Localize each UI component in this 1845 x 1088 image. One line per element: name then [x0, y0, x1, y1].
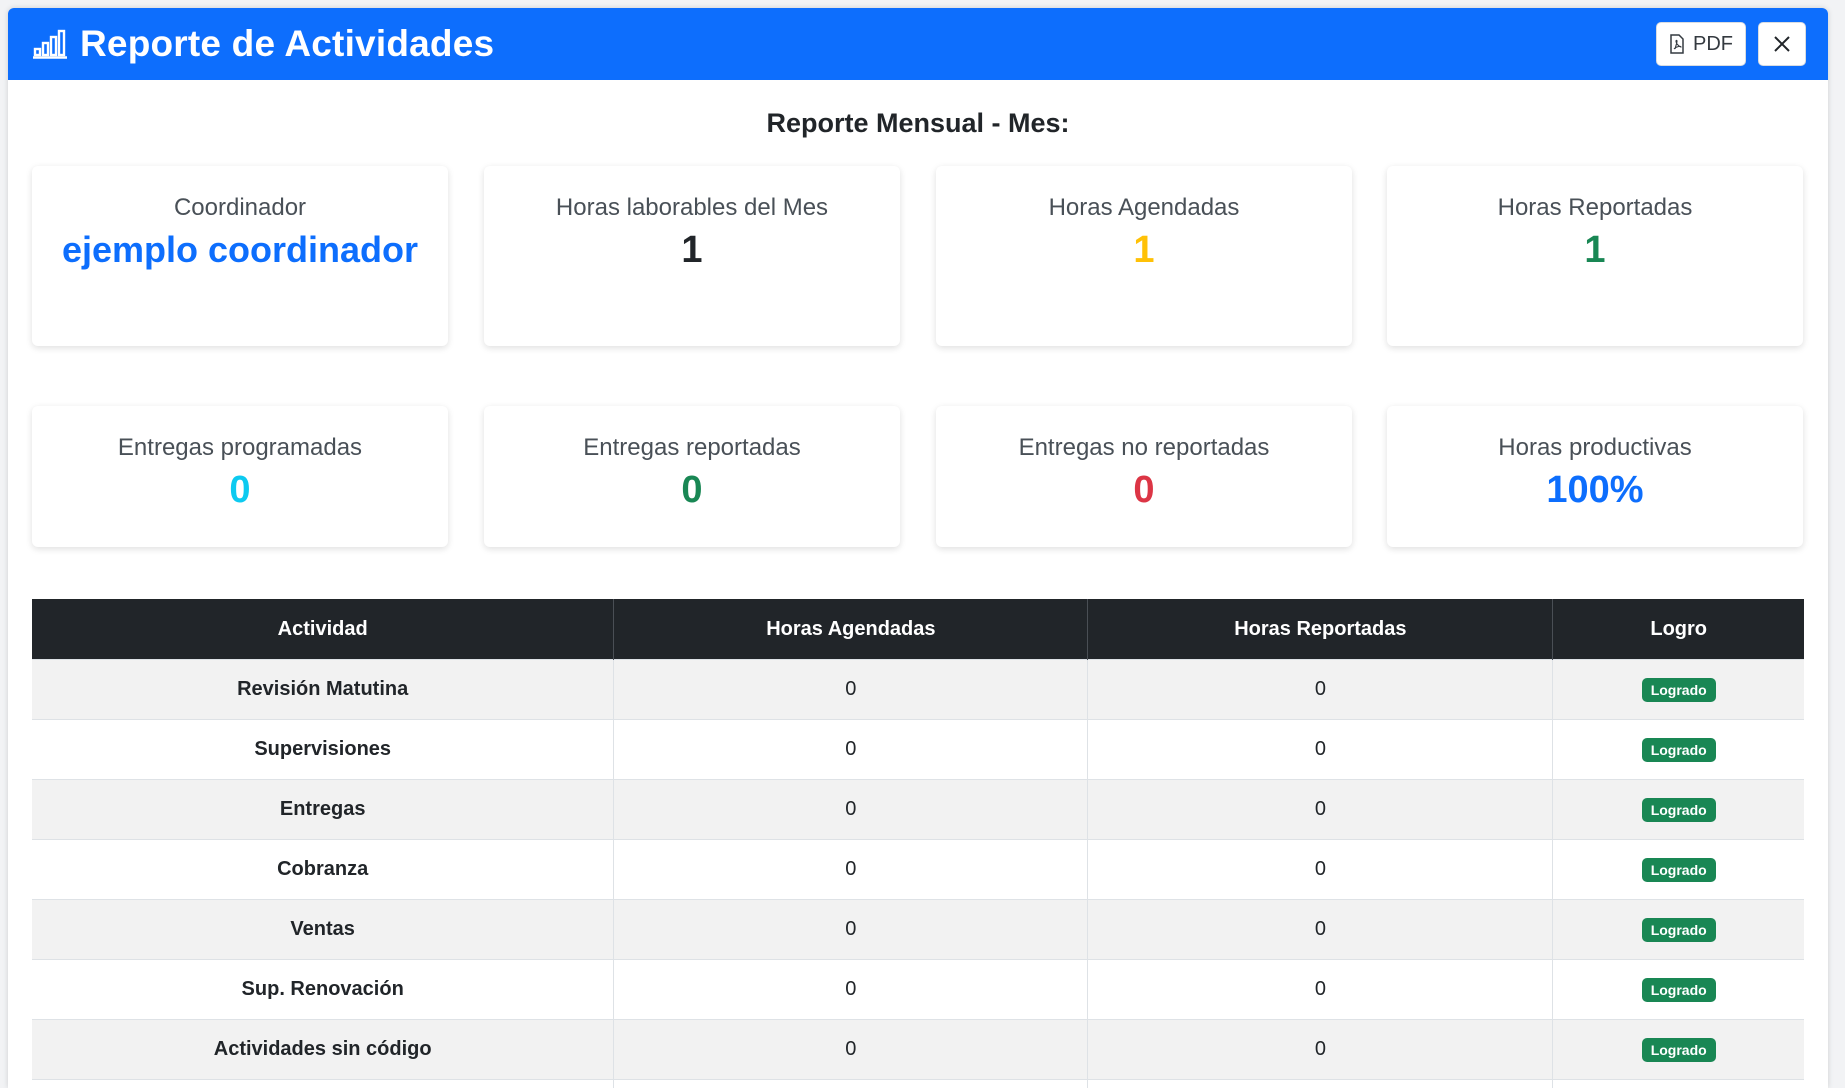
column-header-actividad: Actividad — [32, 599, 614, 660]
column-header-horas-reportadas: Horas Reportadas — [1088, 599, 1553, 660]
cell-horas-agendadas: 0 — [614, 840, 1088, 900]
table-row: Supervisiones 0 0 Logrado — [32, 720, 1804, 780]
cell-horas-agendadas: 0 — [614, 960, 1088, 1020]
table-row: Entregas 0 0 Logrado — [32, 780, 1804, 840]
card-coordinador: Coordinador ejemplo coordinador — [32, 166, 448, 346]
card-value: 0 — [484, 470, 900, 510]
pdf-button[interactable]: PDF — [1656, 22, 1746, 66]
card-label: Entregas reportadas — [484, 434, 900, 462]
table-header-row: Actividad Horas Agendadas Horas Reportad… — [32, 599, 1804, 660]
status-badge: Logrado — [1642, 858, 1716, 882]
card-label: Horas laborables del Mes — [484, 194, 900, 222]
card-horas-laborables: Horas laborables del Mes 1 — [484, 166, 900, 346]
cell-horas-reportadas: 0 — [1088, 960, 1553, 1020]
card-label: Horas Agendadas — [936, 194, 1352, 222]
cell-logro: Logrado — [1553, 900, 1804, 960]
card-horas-reportadas: Horas Reportadas 1 — [1387, 166, 1803, 346]
status-badge: Logrado — [1642, 918, 1716, 942]
cell-horas-reportadas: 0 — [1088, 840, 1553, 900]
card-label: Horas Reportadas — [1387, 194, 1803, 222]
card-horas-agendadas: Horas Agendadas 1 — [936, 166, 1352, 346]
column-header-logro: Logro — [1553, 599, 1804, 660]
status-badge: Logrado — [1642, 738, 1716, 762]
cell-horas-agendadas: 0 — [614, 660, 1088, 720]
card-value: 100% — [1387, 470, 1803, 510]
cell-horas-agendadas: 0 — [614, 780, 1088, 840]
cell-horas-reportadas: 0 — [1088, 720, 1553, 780]
card-value: 0 — [936, 470, 1352, 510]
cell-logro: Logrado — [1553, 720, 1804, 780]
cell-horas-agendadas: 0 — [614, 900, 1088, 960]
cell-actividad: Sup. Renovación — [32, 960, 614, 1020]
close-icon — [1773, 35, 1791, 53]
status-badge: Logrado — [1642, 798, 1716, 822]
cell-logro: Logrado — [1553, 660, 1804, 720]
table-row: Ventas 0 0 Logrado — [32, 900, 1804, 960]
cell-horas-agendadas: 0 — [614, 1020, 1088, 1080]
card-value: 0 — [32, 470, 448, 510]
column-header-horas-agendadas: Horas Agendadas — [614, 599, 1088, 660]
cell-actividad: Ventas — [32, 900, 614, 960]
status-badge: Logrado — [1642, 678, 1716, 702]
modal-header: Reporte de Actividades PDF — [8, 8, 1828, 80]
cell-horas-reportadas — [1088, 1080, 1553, 1088]
cell-horas-reportadas: 0 — [1088, 660, 1553, 720]
card-value: ejemplo coordinador — [32, 230, 448, 269]
table-row: Cobranza 0 0 Logrado — [32, 840, 1804, 900]
table-row: Sup. Renovación 0 0 Logrado — [32, 960, 1804, 1020]
card-label: Entregas programadas — [32, 434, 448, 462]
card-entregas-no-reportadas: Entregas no reportadas 0 — [936, 406, 1352, 547]
cell-horas-reportadas: 0 — [1088, 1020, 1553, 1080]
card-value: 1 — [484, 230, 900, 270]
card-entregas-reportadas: Entregas reportadas 0 — [484, 406, 900, 547]
card-label: Entregas no reportadas — [936, 434, 1352, 462]
cell-actividad: Cobranza — [32, 840, 614, 900]
pdf-button-label: PDF — [1693, 33, 1733, 56]
status-badge: Logrado — [1642, 1038, 1716, 1062]
cell-actividad: Revisión Matutina — [32, 660, 614, 720]
card-value: 1 — [936, 230, 1352, 270]
cell-actividad: Actividades sin código — [32, 1020, 614, 1080]
cell-logro: Logrado — [1553, 960, 1804, 1020]
pdf-file-icon — [1669, 34, 1685, 54]
bar-chart-icon — [32, 29, 68, 59]
cell-logro: Logrado — [1553, 840, 1804, 900]
activities-table: Actividad Horas Agendadas Horas Reportad… — [32, 599, 1804, 1088]
card-label: Coordinador — [32, 194, 448, 222]
close-button[interactable] — [1758, 22, 1806, 66]
modal-title: Reporte de Actividades — [80, 23, 494, 65]
report-modal: Reporte de Actividades PDF Reporte Mensu… — [8, 8, 1828, 1088]
report-title: Reporte Mensual - Mes: — [8, 108, 1828, 139]
cell-logro: Logrado — [1553, 1020, 1804, 1080]
cell-horas-agendadas: 0 — [614, 720, 1088, 780]
cell-logro — [1553, 1080, 1804, 1088]
cell-actividad: Entregas — [32, 780, 614, 840]
table-row: Revisión Matutina 0 0 Logrado — [32, 660, 1804, 720]
cell-actividad — [32, 1080, 614, 1088]
card-horas-productivas: Horas productivas 100% — [1387, 406, 1803, 547]
cell-horas-reportadas: 0 — [1088, 900, 1553, 960]
cell-actividad: Supervisiones — [32, 720, 614, 780]
cell-logro: Logrado — [1553, 780, 1804, 840]
table-row: Actividades sin código 0 0 Logrado — [32, 1020, 1804, 1080]
card-label: Horas productivas — [1387, 434, 1803, 462]
card-entregas-programadas: Entregas programadas 0 — [32, 406, 448, 547]
status-badge: Logrado — [1642, 978, 1716, 1002]
cell-horas-agendadas — [614, 1080, 1088, 1088]
cell-horas-reportadas: 0 — [1088, 780, 1553, 840]
table-row — [32, 1080, 1804, 1088]
card-value: 1 — [1387, 230, 1803, 270]
